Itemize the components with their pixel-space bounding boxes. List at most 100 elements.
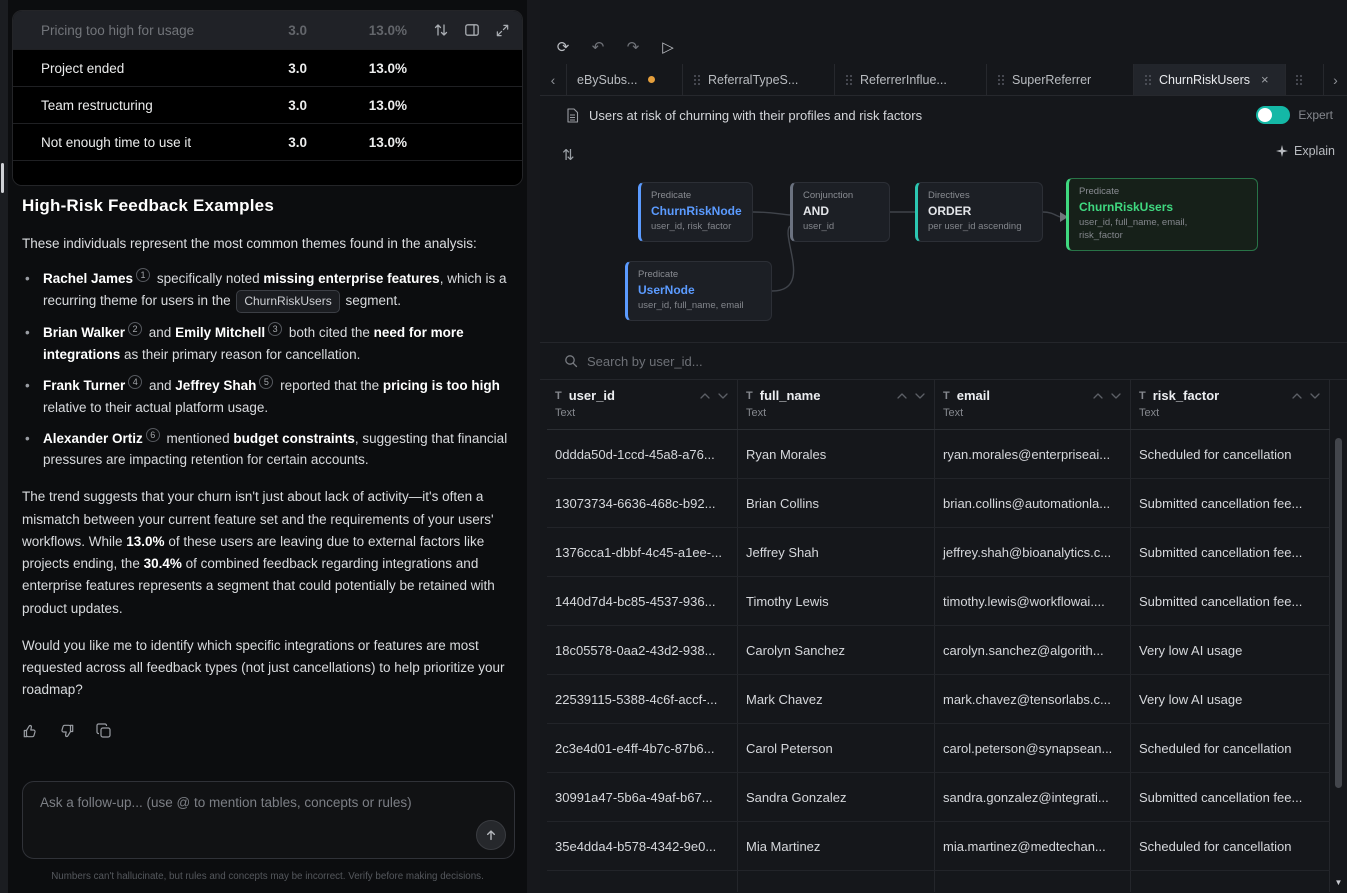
- column-header[interactable]: T email Text: [935, 380, 1131, 429]
- expand-button[interactable]: [495, 23, 510, 38]
- cell-risk-factor[interactable]: Very low AI usage: [1131, 626, 1330, 674]
- sort-ascending-icon[interactable]: [1292, 393, 1302, 399]
- swap-axes-button[interactable]: [433, 22, 449, 38]
- tab-ebysubs[interactable]: eBySubs...: [566, 64, 682, 95]
- cell-email[interactable]: timothy.lewis@workflowai....: [935, 577, 1131, 625]
- cell-full-name[interactable]: Carolyn Sanchez: [738, 626, 935, 674]
- close-icon[interactable]: ×: [1261, 72, 1269, 87]
- table-row[interactable]: 35e4dda4-b578-4342-9e0... Mia Martinez m…: [547, 822, 1330, 871]
- column-header[interactable]: T full_name Text: [738, 380, 935, 429]
- open-panel-button[interactable]: [464, 22, 480, 38]
- table-row[interactable]: Not enough time to use it 3.0 13.0%: [13, 124, 522, 161]
- cell-email[interactable]: sandra.gonzalez@integrati...: [935, 773, 1131, 821]
- cell-risk-factor[interactable]: Scheduled for cancellation: [1131, 430, 1330, 478]
- graph-node-churnrisknode[interactable]: Predicate ChurnRiskNode user_id, risk_fa…: [638, 182, 753, 242]
- tab-churnriskusers[interactable]: ChurnRiskUsers ×: [1133, 64, 1285, 95]
- refresh-button[interactable]: ⟳: [548, 33, 578, 61]
- cell-risk-factor[interactable]: Submitted cancellation fee...: [1131, 577, 1330, 625]
- cell-email[interactable]: carol.peterson@synapsean...: [935, 724, 1131, 772]
- cell-full-name[interactable]: Mia Martinez: [738, 822, 935, 870]
- table-row[interactable]: Team restructuring 3.0 13.0%: [13, 87, 522, 124]
- cell-email[interactable]: ryan.morales@enterpriseai...: [935, 430, 1131, 478]
- cell-user-id[interactable]: 22539115-5388-4c6f-accf-...: [547, 675, 738, 723]
- cell-user-id[interactable]: 13073734-6636-468c-b92...: [547, 479, 738, 527]
- row-count: 3.0: [217, 135, 307, 150]
- sort-descending-icon[interactable]: [718, 393, 728, 399]
- tab-superreferrer[interactable]: SuperReferrer: [986, 64, 1133, 95]
- left-scrollbar-track[interactable]: [0, 0, 8, 893]
- column-header[interactable]: T risk_factor Text: [1131, 380, 1330, 429]
- sort-descending-icon[interactable]: [1310, 393, 1320, 399]
- cell-full-name[interactable]: Jeffrey Shah: [738, 528, 935, 576]
- cell-user-id[interactable]: 1376cca1-dbbf-4c45-a1ee-...: [547, 528, 738, 576]
- grid-scrollbar-track[interactable]: ▼: [1334, 380, 1343, 893]
- graph-node-order[interactable]: Directives ORDER per user_id ascending: [915, 182, 1043, 242]
- cell-email[interactable]: mia.martinez@medtechan...: [935, 822, 1131, 870]
- sort-descending-icon[interactable]: [1111, 393, 1121, 399]
- table-row[interactable]: 1376cca1-dbbf-4c45-a1ee-... Jeffrey Shah…: [547, 528, 1330, 577]
- table-row[interactable]: 0ddda50d-1ccd-45a8-a76... Ryan Morales r…: [547, 430, 1330, 479]
- cell-risk-factor[interactable]: Submitted cancellation fee...: [1131, 528, 1330, 576]
- cell-user-id[interactable]: 1440d7d4-bc85-4537-936...: [547, 577, 738, 625]
- table-row[interactable]: 13073734-6636-468c-b92... Brian Collins …: [547, 479, 1330, 528]
- cell-full-name[interactable]: Brian Collins: [738, 479, 935, 527]
- cell-user-id[interactable]: 0ddda50d-1ccd-45a8-a76...: [547, 430, 738, 478]
- table-row[interactable]: 30991a47-5b6a-49af-b67... Sandra Gonzale…: [547, 773, 1330, 822]
- cell-full-name[interactable]: Timothy Lewis: [738, 577, 935, 625]
- cell-risk-factor[interactable]: Scheduled for cancellation: [1131, 822, 1330, 870]
- cell-risk-factor[interactable]: Scheduled for cancellation: [1131, 724, 1330, 772]
- graph-sort-button[interactable]: ⇅: [562, 146, 575, 164]
- cell-full-name[interactable]: Sandra Gonzalez: [738, 773, 935, 821]
- node-title: ChurnRiskUsers: [1079, 200, 1247, 214]
- cell-risk-factor[interactable]: Very low AI usage: [1131, 675, 1330, 723]
- tab-referrerinflue[interactable]: ReferrerInflue...: [834, 64, 986, 95]
- tab-referraltypes[interactable]: ReferralTypeS...: [682, 64, 834, 95]
- sort-ascending-icon[interactable]: [1093, 393, 1103, 399]
- graph-node-and[interactable]: Conjunction AND user_id: [790, 182, 890, 242]
- tab-scroll-right-button[interactable]: ›: [1323, 64, 1347, 95]
- cell-email[interactable]: mark.chavez@tensorlabs.c...: [935, 675, 1131, 723]
- left-scrollbar-thumb[interactable]: [1, 163, 4, 193]
- graph-node-churnriskusers[interactable]: Predicate ChurnRiskUsers user_id, full_n…: [1066, 178, 1258, 251]
- cell-full-name[interactable]: Ryan Morales: [738, 430, 935, 478]
- thumbs-up-button[interactable]: [22, 723, 38, 739]
- send-button[interactable]: [476, 820, 506, 850]
- graph-node-usernode[interactable]: Predicate UserNode user_id, full_name, e…: [625, 261, 772, 321]
- section-heading: High-Risk Feedback Examples: [22, 196, 515, 216]
- undo-button[interactable]: ↶: [583, 33, 613, 61]
- table-row[interactable]: 22539115-5388-4c6f-accf-... Mark Chavez …: [547, 675, 1330, 724]
- expert-toggle[interactable]: [1256, 106, 1290, 124]
- tab-scroll-left-button[interactable]: ‹: [540, 64, 566, 95]
- cell-full-name[interactable]: Carol Peterson: [738, 724, 935, 772]
- sort-descending-icon[interactable]: [915, 393, 925, 399]
- column-header[interactable]: T user_id Text: [547, 380, 738, 429]
- composer[interactable]: [22, 781, 515, 859]
- cell-user-id[interactable]: 35e4dda4-b578-4342-9e0...: [547, 822, 738, 870]
- search-input[interactable]: [587, 354, 1007, 369]
- run-button[interactable]: ▷: [653, 33, 683, 61]
- redo-button[interactable]: ↷: [618, 33, 648, 61]
- cell-email[interactable]: jeffrey.shah@bioanalytics.c...: [935, 528, 1131, 576]
- table-row[interactable]: 1440d7d4-bc85-4537-936... Timothy Lewis …: [547, 577, 1330, 626]
- cell-email[interactable]: carolyn.sanchez@algorith...: [935, 626, 1131, 674]
- sort-ascending-icon[interactable]: [897, 393, 907, 399]
- grid-scrollbar-thumb[interactable]: [1335, 438, 1342, 788]
- table-row[interactable]: 18c05578-0aa2-43d2-938... Carolyn Sanche…: [547, 626, 1330, 675]
- follow-up-input[interactable]: [23, 782, 514, 858]
- table-row[interactable]: Pricing too high for usage 3.0 13.0%: [13, 11, 522, 50]
- sort-ascending-icon[interactable]: [700, 393, 710, 399]
- explain-button[interactable]: Explain: [1276, 144, 1335, 158]
- cell-user-id[interactable]: 2c3e4d01-e4ff-4b7c-87b6...: [547, 724, 738, 772]
- cell-user-id[interactable]: 18c05578-0aa2-43d2-938...: [547, 626, 738, 674]
- cell-full-name[interactable]: Mark Chavez: [738, 675, 935, 723]
- chevron-right-icon: ›: [1333, 72, 1338, 88]
- copy-button[interactable]: [96, 723, 112, 739]
- table-row[interactable]: 2c3e4d01-e4ff-4b7c-87b6... Carol Peterso…: [547, 724, 1330, 773]
- cell-user-id[interactable]: 30991a47-5b6a-49af-b67...: [547, 773, 738, 821]
- cell-risk-factor[interactable]: Submitted cancellation fee...: [1131, 773, 1330, 821]
- cell-email[interactable]: brian.collins@automationla...: [935, 479, 1131, 527]
- cell-risk-factor[interactable]: Submitted cancellation fee...: [1131, 479, 1330, 527]
- tab-label: ChurnRiskUsers: [1159, 73, 1250, 87]
- table-row[interactable]: Project ended 3.0 13.0%: [13, 50, 522, 87]
- thumbs-down-button[interactable]: [59, 723, 75, 739]
